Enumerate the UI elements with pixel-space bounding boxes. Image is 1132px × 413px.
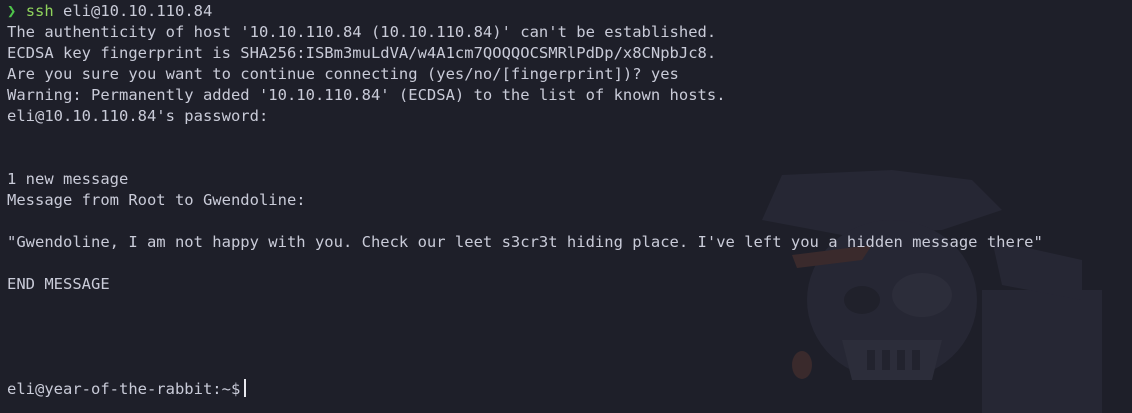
prompt-arrow-icon: ❯ bbox=[7, 2, 17, 20]
text-cursor bbox=[244, 379, 247, 397]
message-body: "Gwendoline, I am not happy with you. Ch… bbox=[7, 233, 1043, 251]
output-line: The authenticity of host '10.10.110.84 (… bbox=[7, 23, 717, 41]
terminal-output: ❯ ssh eli@10.10.110.84 The authenticity … bbox=[7, 1, 1128, 400]
output-line: eli@10.10.110.84's password: bbox=[7, 107, 269, 125]
command-line: ❯ ssh eli@10.10.110.84 bbox=[7, 1, 1128, 22]
shell-prompt: eli@year-of-the-rabbit:~$ bbox=[7, 380, 241, 398]
output-line: Are you sure you want to continue connec… bbox=[7, 65, 679, 83]
command-args: eli@10.10.110.84 bbox=[53, 2, 213, 20]
message-count: 1 new message bbox=[7, 170, 129, 188]
message-from: Message from Root to Gwendoline: bbox=[7, 191, 306, 209]
terminal-window[interactable]: ❯ ssh eli@10.10.110.84 The authenticity … bbox=[0, 0, 1132, 413]
output-line: Warning: Permanently added '10.10.110.84… bbox=[7, 86, 726, 104]
shell-prompt-line[interactable]: eli@year-of-the-rabbit:~$ bbox=[7, 379, 1128, 400]
output-line: ECDSA key fingerprint is SHA256:ISBm3muL… bbox=[7, 44, 717, 62]
message-end: END MESSAGE bbox=[7, 275, 110, 293]
command-program: ssh bbox=[25, 2, 54, 20]
